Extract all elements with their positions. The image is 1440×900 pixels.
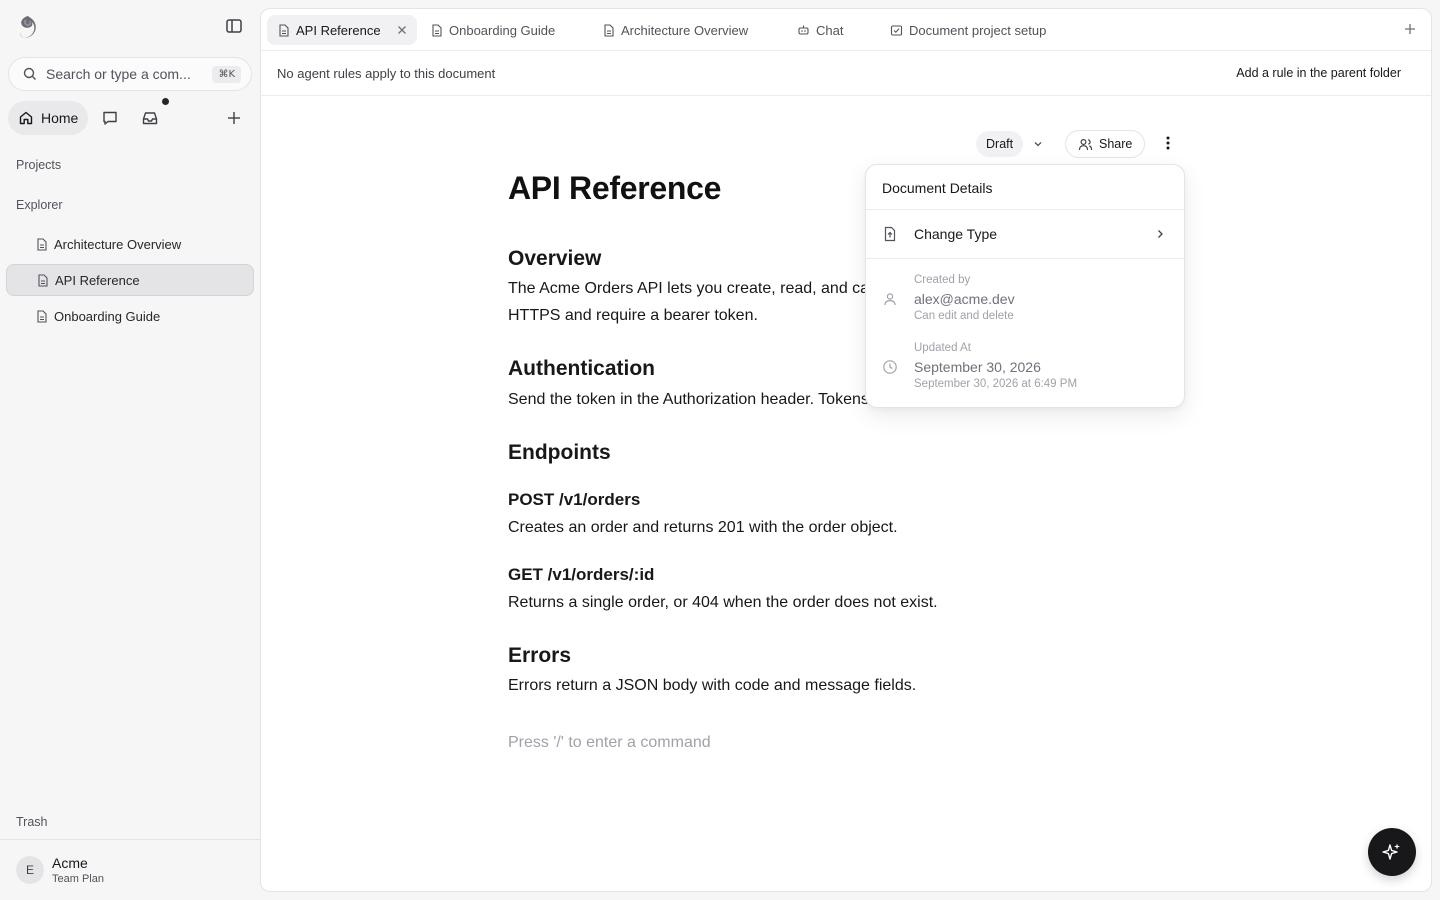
heading-overview[interactable]: Overview xyxy=(508,247,601,271)
tab-label: Document project setup xyxy=(909,22,1047,38)
inbox-icon[interactable] xyxy=(141,109,159,127)
sidebar-item-label: Architecture Overview xyxy=(54,236,182,252)
new-tab-icon[interactable] xyxy=(1403,22,1417,36)
inbox-unread-dot xyxy=(162,98,169,105)
ai-assistant-button[interactable] xyxy=(1368,828,1416,876)
users-icon xyxy=(1078,138,1093,150)
search-input[interactable]: Search or type a com... ⌘K xyxy=(8,57,252,91)
agent-rules-message: No agent rules apply to this document xyxy=(277,66,496,81)
sidebar-toggle-icon[interactable] xyxy=(224,16,244,36)
tab-architecture-overview[interactable]: Architecture Overview xyxy=(592,15,758,45)
more-options-icon[interactable] xyxy=(1160,135,1176,151)
sidebar: Search or type a com... ⌘K Home Projects… xyxy=(0,0,261,900)
heading-get-order[interactable]: GET /v1/orders/:id xyxy=(508,565,654,585)
created-by-permission: Can edit and delete xyxy=(914,310,1014,322)
home-icon xyxy=(19,111,33,125)
user-icon xyxy=(884,293,896,306)
search-shortcut: ⌘K xyxy=(212,65,241,83)
tab-label: API Reference xyxy=(296,22,381,38)
search-placeholder: Search or type a com... xyxy=(46,66,191,82)
chevron-down-icon[interactable] xyxy=(1033,139,1043,149)
org-avatar[interactable]: E xyxy=(16,856,44,884)
main-panel: API Reference Onboarding Guide Architect… xyxy=(260,8,1432,892)
updated-at-value: September 30, 2026 xyxy=(914,359,1041,375)
app-logo-icon[interactable] xyxy=(16,14,40,40)
change-type-menu-item[interactable]: Change Type xyxy=(866,210,1184,258)
heading-post-orders[interactable]: POST /v1/orders xyxy=(508,490,640,510)
clock-icon xyxy=(883,360,897,374)
tab-label: Onboarding Guide xyxy=(449,22,556,38)
projects-section-label[interactable]: Projects xyxy=(16,158,61,172)
sidebar-item-label: API Reference xyxy=(55,272,140,288)
heading-errors[interactable]: Errors xyxy=(508,644,571,668)
tab-bar: API Reference Onboarding Guide Architect… xyxy=(261,9,1431,51)
file-type-icon xyxy=(884,226,896,242)
post-orders-paragraph[interactable]: Creates an order and returns 201 with th… xyxy=(508,514,1188,541)
agent-rules-bar: No agent rules apply to this document Ad… xyxy=(261,51,1431,96)
tab-api-reference[interactable]: API Reference xyxy=(267,15,417,45)
bot-icon xyxy=(798,25,809,35)
org-name[interactable]: Acme xyxy=(52,855,88,871)
chat-icon[interactable] xyxy=(101,109,119,127)
document-details-popover: Document Details Change Type Created by … xyxy=(865,164,1185,408)
heading-authentication[interactable]: Authentication xyxy=(508,357,655,381)
tab-chat[interactable]: Chat xyxy=(787,15,853,45)
tab-label: Architecture Overview xyxy=(621,22,749,38)
add-icon[interactable] xyxy=(225,109,243,127)
command-placeholder[interactable]: Press '/' to enter a command xyxy=(508,734,711,752)
sidebar-item-onboarding-guide[interactable]: Onboarding Guide xyxy=(6,300,254,332)
org-plan: Team Plan xyxy=(52,873,104,885)
heading-endpoints[interactable]: Endpoints xyxy=(508,441,611,465)
updated-at-timestamp: September 30, 2026 at 6:49 PM xyxy=(914,378,1078,390)
sidebar-item-api-reference[interactable]: API Reference xyxy=(6,264,254,296)
document-icon xyxy=(38,273,48,287)
close-tab-icon[interactable] xyxy=(397,25,407,35)
chevron-right-icon xyxy=(1158,230,1163,238)
document-icon xyxy=(37,237,47,251)
share-button[interactable]: Share xyxy=(1065,130,1146,158)
add-rule-link[interactable]: Add a rule in the parent folder xyxy=(1236,66,1401,80)
document-title[interactable]: API Reference xyxy=(508,170,721,207)
tab-label: Chat xyxy=(816,22,844,38)
sidebar-item-label: Onboarding Guide xyxy=(54,308,161,324)
created-by-value: alex@acme.dev xyxy=(914,291,1015,307)
change-type-label: Change Type xyxy=(914,226,998,242)
document-icon xyxy=(432,23,442,37)
task-icon xyxy=(890,24,903,36)
search-icon xyxy=(23,67,36,80)
explorer-section-label[interactable]: Explorer xyxy=(16,198,63,212)
document-icon xyxy=(604,23,614,37)
document-icon xyxy=(279,23,289,37)
get-order-paragraph[interactable]: Returns a single order, or 404 when the … xyxy=(508,589,1188,616)
home-label: Home xyxy=(41,110,79,126)
nav-home-button[interactable]: Home xyxy=(8,101,88,135)
updated-at-label: Updated At xyxy=(914,342,971,354)
document-icon xyxy=(37,309,47,323)
status-dropdown[interactable]: Draft xyxy=(976,131,1024,157)
trash-link[interactable]: Trash xyxy=(16,815,48,829)
sidebar-item-architecture-overview[interactable]: Architecture Overview xyxy=(6,228,254,260)
created-by-label: Created by xyxy=(914,274,971,286)
share-label: Share xyxy=(1099,137,1133,151)
popover-title: Document Details xyxy=(882,180,993,196)
popover-divider xyxy=(866,258,1184,259)
tab-document-project-setup[interactable]: Document project setup xyxy=(880,15,1056,45)
sparkle-icon xyxy=(1382,843,1400,860)
tab-onboarding-guide[interactable]: Onboarding Guide xyxy=(420,15,565,45)
errors-paragraph[interactable]: Errors return a JSON body with code and … xyxy=(508,672,1188,699)
sidebar-footer-divider xyxy=(0,839,261,840)
